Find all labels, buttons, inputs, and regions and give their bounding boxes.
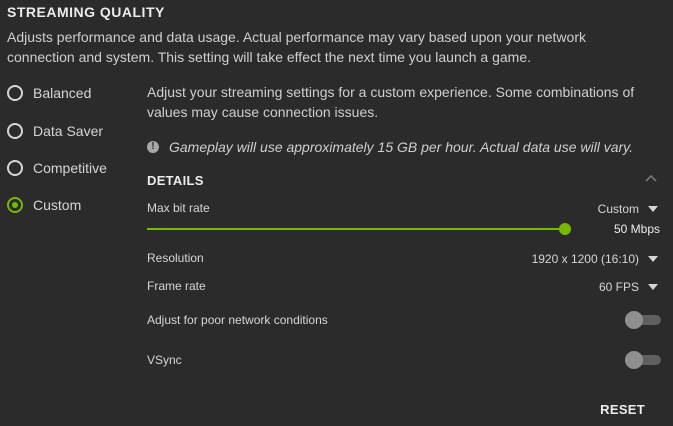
section-title: STREAMING QUALITY bbox=[7, 4, 165, 20]
resolution-label: Resolution bbox=[147, 251, 204, 265]
resolution-dropdown[interactable]: 1920 x 1200 (16:10) bbox=[532, 252, 658, 266]
preset-option-data-saver[interactable]: Data Saver bbox=[7, 120, 103, 142]
preset-label: Data Saver bbox=[33, 123, 104, 139]
reset-button[interactable]: RESET bbox=[600, 402, 645, 417]
data-usage-text: Gameplay will use approximately 15 GB pe… bbox=[169, 139, 634, 155]
poor-network-toggle[interactable] bbox=[625, 311, 661, 329]
custom-settings-note: Adjust your streaming settings for a cus… bbox=[147, 84, 635, 120]
dropdown-value: 1920 x 1200 (16:10) bbox=[531, 252, 639, 266]
dropdown-value: Custom bbox=[597, 202, 639, 216]
chevron-up-icon[interactable] bbox=[644, 172, 658, 186]
vsync-toggle[interactable] bbox=[625, 351, 661, 369]
preset-option-balanced[interactable]: Balanced bbox=[7, 82, 91, 104]
max-bit-rate-mode-dropdown[interactable]: Custom bbox=[598, 202, 658, 216]
section-description: Adjusts performance and data usage. Actu… bbox=[7, 29, 586, 65]
data-usage-info: ! Gameplay will use approximately 15 GB … bbox=[147, 139, 633, 155]
poor-network-label: Adjust for poor network conditions bbox=[147, 313, 328, 327]
frame-rate-label: Frame rate bbox=[147, 279, 206, 293]
radio-button-icon[interactable] bbox=[7, 123, 23, 139]
radio-button-icon[interactable] bbox=[7, 160, 23, 176]
details-heading: DETAILS bbox=[147, 173, 204, 188]
caret-down-icon bbox=[648, 256, 658, 262]
dropdown-value: 60 FPS bbox=[598, 280, 639, 294]
frame-rate-dropdown[interactable]: 60 FPS bbox=[599, 280, 658, 294]
slider-thumb[interactable] bbox=[559, 223, 571, 235]
radio-button-icon[interactable] bbox=[7, 85, 23, 101]
vsync-label: VSync bbox=[147, 353, 182, 367]
max-bit-rate-value: 50 Mbps bbox=[613, 222, 660, 236]
preset-label: Custom bbox=[33, 197, 82, 213]
preset-option-custom[interactable]: Custom bbox=[7, 194, 81, 216]
preset-label: Balanced bbox=[33, 85, 92, 101]
caret-down-icon bbox=[648, 206, 658, 212]
caret-down-icon bbox=[648, 284, 658, 290]
max-bit-rate-slider[interactable] bbox=[147, 221, 571, 237]
slider-fill bbox=[147, 228, 565, 230]
toggle-knob bbox=[625, 311, 643, 329]
toggle-knob bbox=[625, 351, 643, 369]
preset-option-competitive[interactable]: Competitive bbox=[7, 157, 107, 179]
preset-label: Competitive bbox=[33, 160, 107, 176]
info-icon: ! bbox=[147, 141, 159, 153]
max-bit-rate-label: Max bit rate bbox=[147, 201, 210, 215]
radio-button-selected-icon[interactable] bbox=[7, 197, 23, 213]
